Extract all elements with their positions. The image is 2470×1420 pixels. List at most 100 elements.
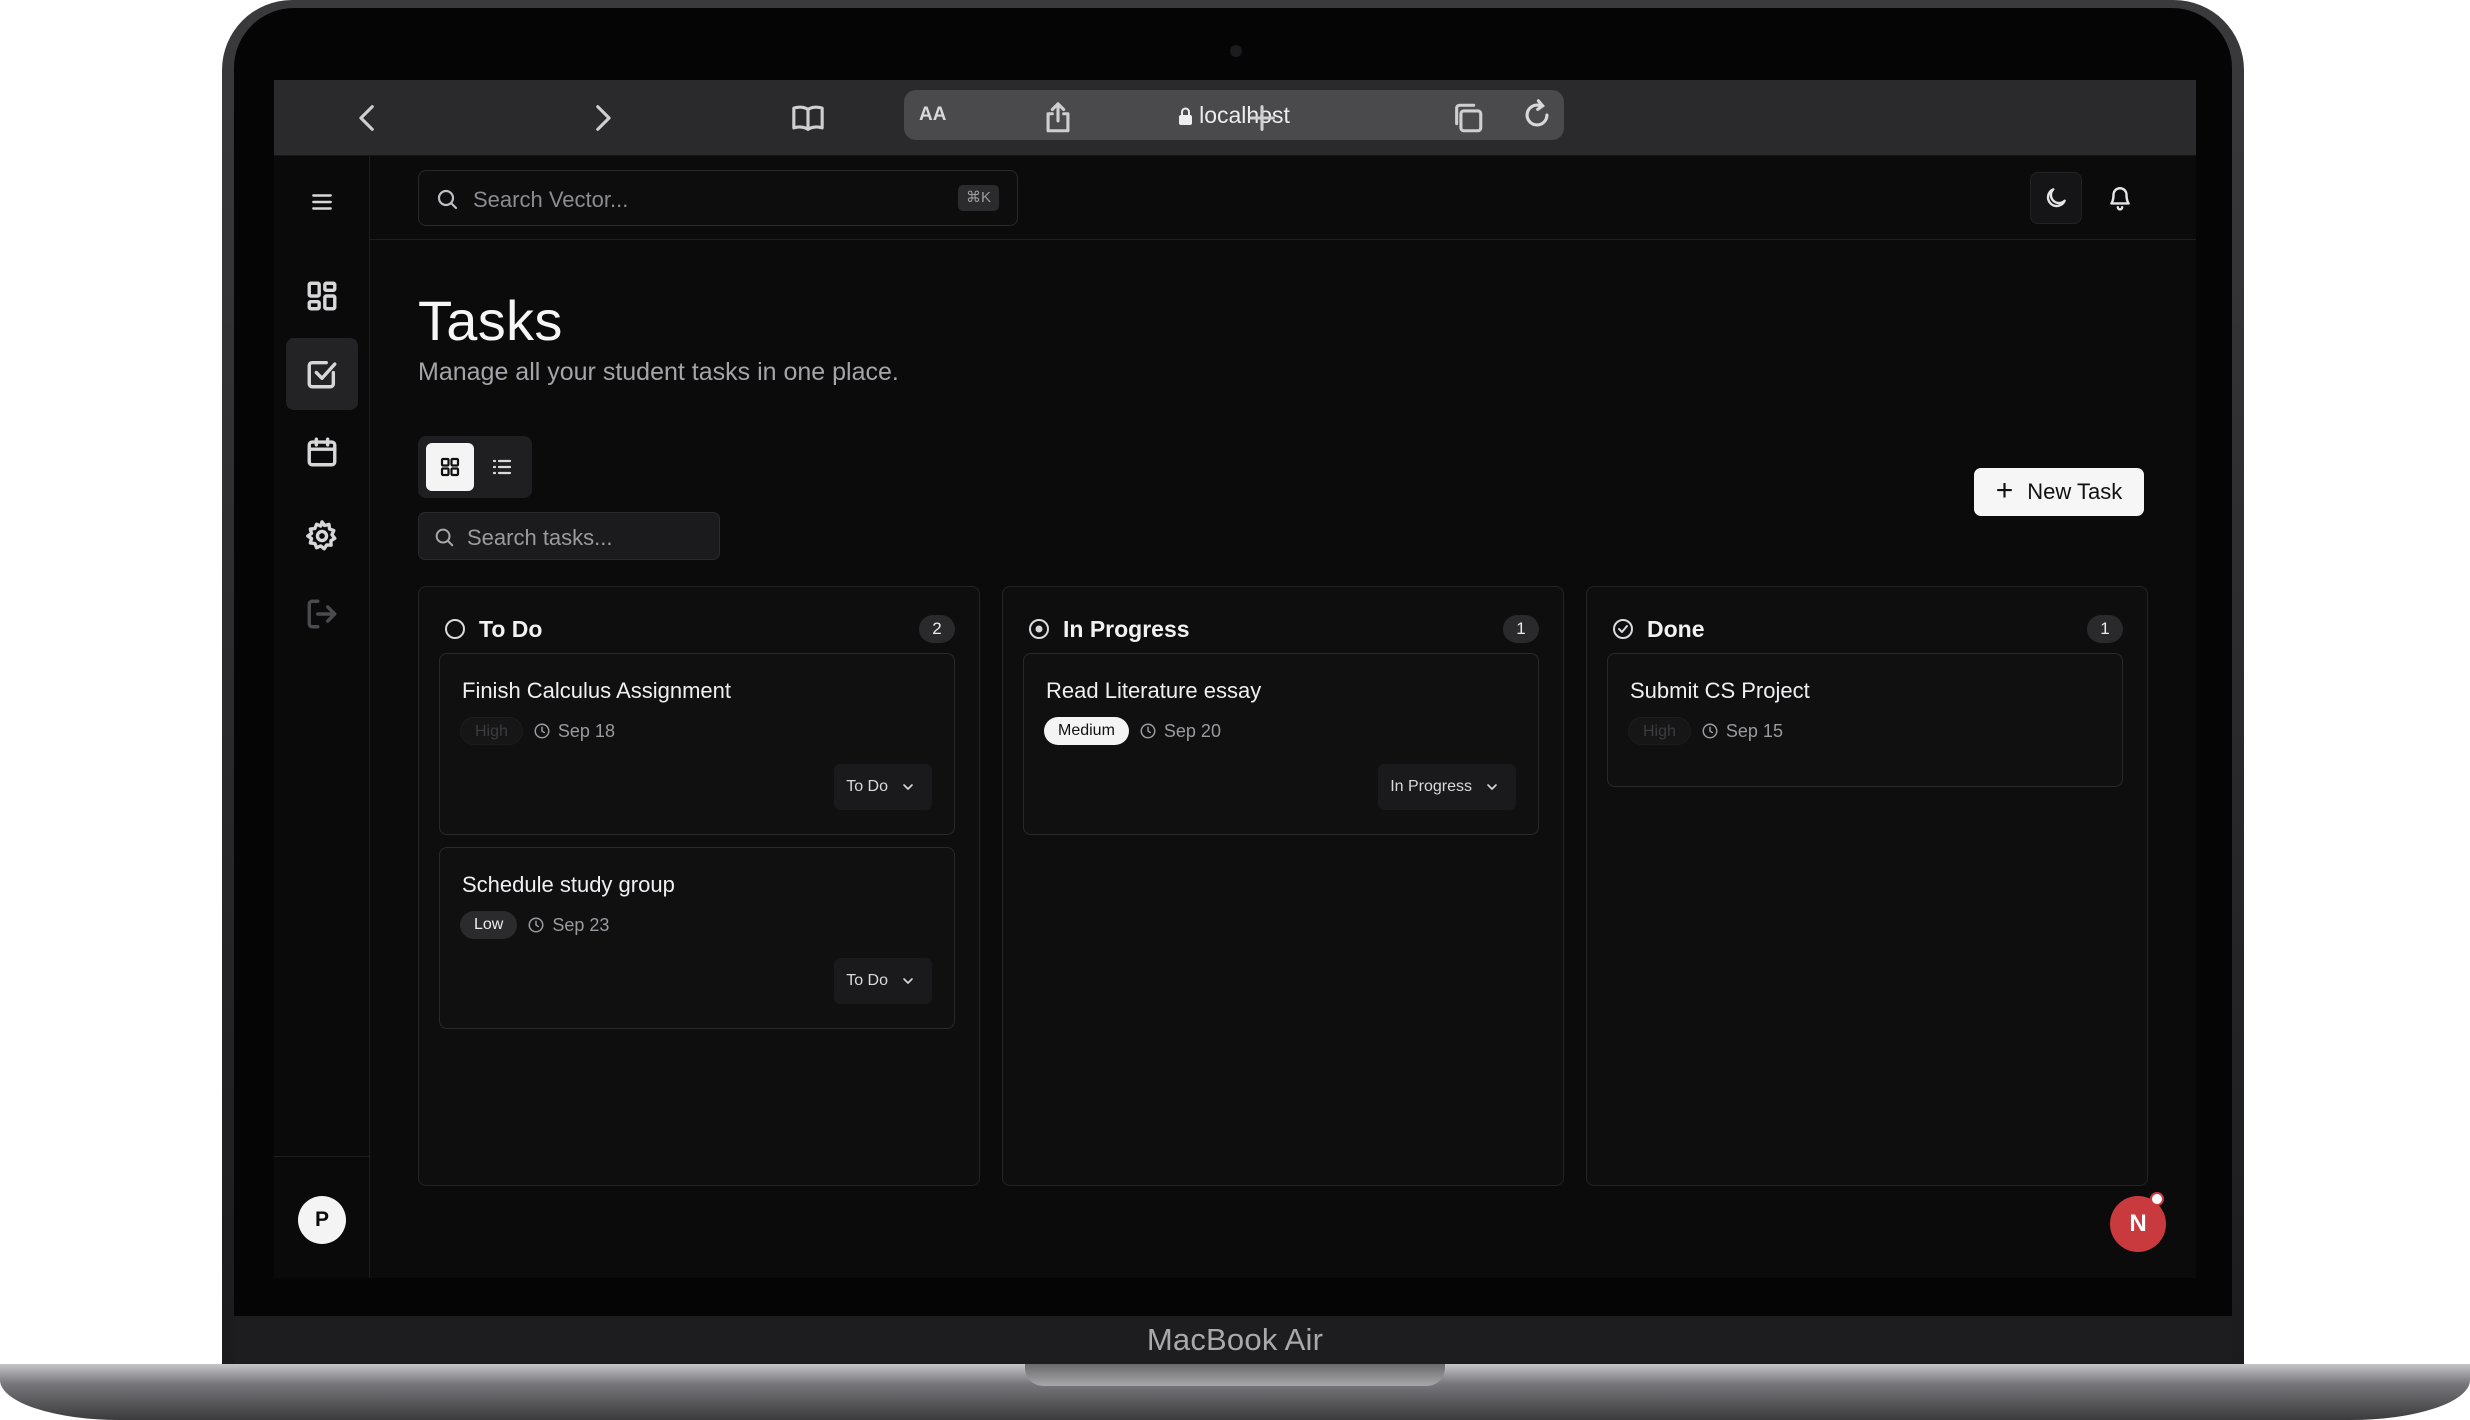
global-search-input[interactable]: Search Vector... ⌘K — [418, 170, 1018, 226]
chevron-down-icon — [903, 784, 913, 790]
column-header: To Do 2 — [443, 609, 955, 649]
forward-button[interactable] — [576, 92, 628, 144]
sidebar-item-settings[interactable] — [286, 500, 358, 572]
sidebar: P — [274, 156, 370, 1278]
column-header: In Progress 1 — [1027, 609, 1539, 649]
new-tab-button[interactable] — [1236, 92, 1288, 144]
column-title: To Do — [479, 616, 543, 642]
bell-icon — [2110, 187, 2130, 211]
calendar-icon — [307, 437, 337, 467]
clock-icon — [1702, 723, 1718, 739]
chevron-left-icon — [359, 105, 374, 131]
sidebar-divider — [274, 1156, 370, 1157]
column-count-badge: 2 — [919, 615, 955, 643]
search-icon — [437, 189, 458, 210]
status-select-value: To Do — [846, 972, 888, 989]
column-header: Done 1 — [1611, 609, 2123, 649]
status-select[interactable]: To Do — [834, 764, 932, 810]
camera-icon — [1230, 45, 1242, 57]
task-meta: Medium Sep 20 — [1044, 716, 1221, 746]
moon-icon — [2046, 188, 2066, 208]
status-select-value: In Progress — [1390, 778, 1472, 795]
task-search-input[interactable]: Search tasks... — [418, 512, 720, 560]
list-view-button[interactable] — [478, 443, 526, 491]
tasks-icon — [307, 360, 337, 389]
new-task-label: New Task — [2027, 479, 2123, 504]
column-todo: To Do 2 Finish Calculus Assignment High … — [418, 586, 980, 1186]
user-avatar[interactable]: P — [298, 1196, 346, 1244]
task-title: Schedule study group — [462, 872, 675, 897]
theme-toggle-button[interactable] — [2030, 172, 2082, 224]
sidebar-item-tasks[interactable] — [286, 338, 358, 410]
main-content: Tasks Manage all your student tasks in o… — [418, 240, 2148, 1278]
task-title: Submit CS Project — [1630, 678, 1810, 703]
reload-icon[interactable] — [1520, 98, 1554, 132]
menu-button[interactable] — [296, 176, 348, 228]
share-button[interactable] — [1032, 92, 1084, 144]
app: P Search Vector... ⌘K Tasks Manage all y… — [274, 156, 2196, 1278]
grid-view-button[interactable] — [426, 443, 474, 491]
chevron-right-icon — [596, 105, 611, 131]
status-select[interactable]: To Do — [834, 958, 932, 1004]
kanban-board: To Do 2 Finish Calculus Assignment High … — [418, 586, 2148, 1186]
search-icon — [435, 528, 454, 547]
due-date: Sep 20 — [1139, 721, 1221, 742]
due-date-text: Sep 20 — [1163, 720, 1221, 741]
plus-icon: + — [1995, 473, 2014, 507]
due-date: Sep 23 — [527, 915, 609, 936]
chevron-down-icon — [903, 978, 913, 984]
priority-badge: High — [1628, 717, 1691, 745]
plus-icon — [1249, 105, 1275, 131]
circle-icon — [445, 619, 465, 639]
priority-badge: High — [460, 717, 523, 745]
column-title: Done — [1647, 616, 1705, 642]
global-search-placeholder: Search Vector... — [473, 187, 629, 212]
priority-badge: Low — [460, 911, 518, 939]
notifications-button[interactable] — [2094, 172, 2146, 224]
column-title: In Progress — [1063, 616, 1190, 642]
laptop-notch — [1025, 1364, 1445, 1386]
sidebar-item-logout[interactable] — [286, 578, 358, 650]
due-date: Sep 18 — [533, 721, 615, 742]
page-title: Tasks — [418, 289, 563, 352]
topbar: Search Vector... ⌘K — [370, 156, 2196, 240]
task-card[interactable]: Schedule study group Low Sep 23 To Do — [439, 847, 955, 1029]
list-icon — [492, 459, 512, 475]
dashboard-icon — [307, 281, 337, 311]
screen: AA localhost P Search Vector... ⌘K Tasks… — [274, 80, 2196, 1278]
clock-icon — [534, 723, 550, 739]
clock-icon — [528, 917, 544, 933]
due-date-text: Sep 23 — [552, 914, 610, 935]
sidebar-item-calendar[interactable] — [286, 416, 358, 488]
search-shortcut-badge: ⌘K — [957, 185, 999, 211]
grid-icon — [440, 457, 460, 477]
task-card[interactable]: Read Literature essay Medium Sep 20 In P… — [1023, 653, 1539, 835]
due-date-text: Sep 15 — [1725, 720, 1783, 741]
new-task-button[interactable]: + New Task — [1974, 468, 2144, 516]
task-meta: High Sep 18 — [460, 716, 615, 746]
sidebar-item-dashboard[interactable] — [286, 260, 358, 332]
view-toggle — [418, 436, 532, 498]
hamburger-icon — [312, 194, 332, 210]
tabs-overview-button[interactable] — [1442, 92, 1494, 144]
share-icon — [1046, 102, 1070, 133]
in-progress-icon — [1029, 619, 1049, 639]
clock-icon — [1140, 723, 1156, 739]
task-title: Finish Calculus Assignment — [462, 678, 732, 703]
task-search-placeholder: Search tasks... — [467, 525, 613, 550]
task-card[interactable]: Submit CS Project High Sep 15 — [1607, 653, 2123, 787]
book-icon — [792, 105, 824, 131]
back-button[interactable] — [342, 92, 394, 144]
column-done: Done 1 Submit CS Project High Sep 15 — [1586, 586, 2148, 1186]
status-select[interactable]: In Progress — [1378, 764, 1516, 810]
bookmarks-button[interactable] — [782, 92, 834, 144]
check-circle-icon — [1613, 619, 1633, 639]
lock-icon — [1179, 107, 1193, 125]
column-count-badge: 1 — [1503, 615, 1539, 643]
task-meta: Low Sep 23 — [460, 910, 609, 940]
device-label: MacBook Air — [1146, 1322, 1324, 1357]
priority-badge: Medium — [1044, 717, 1129, 745]
due-date: Sep 15 — [1701, 721, 1783, 742]
task-card[interactable]: Finish Calculus Assignment High Sep 18 T… — [439, 653, 955, 835]
due-date-text: Sep 18 — [557, 720, 615, 741]
